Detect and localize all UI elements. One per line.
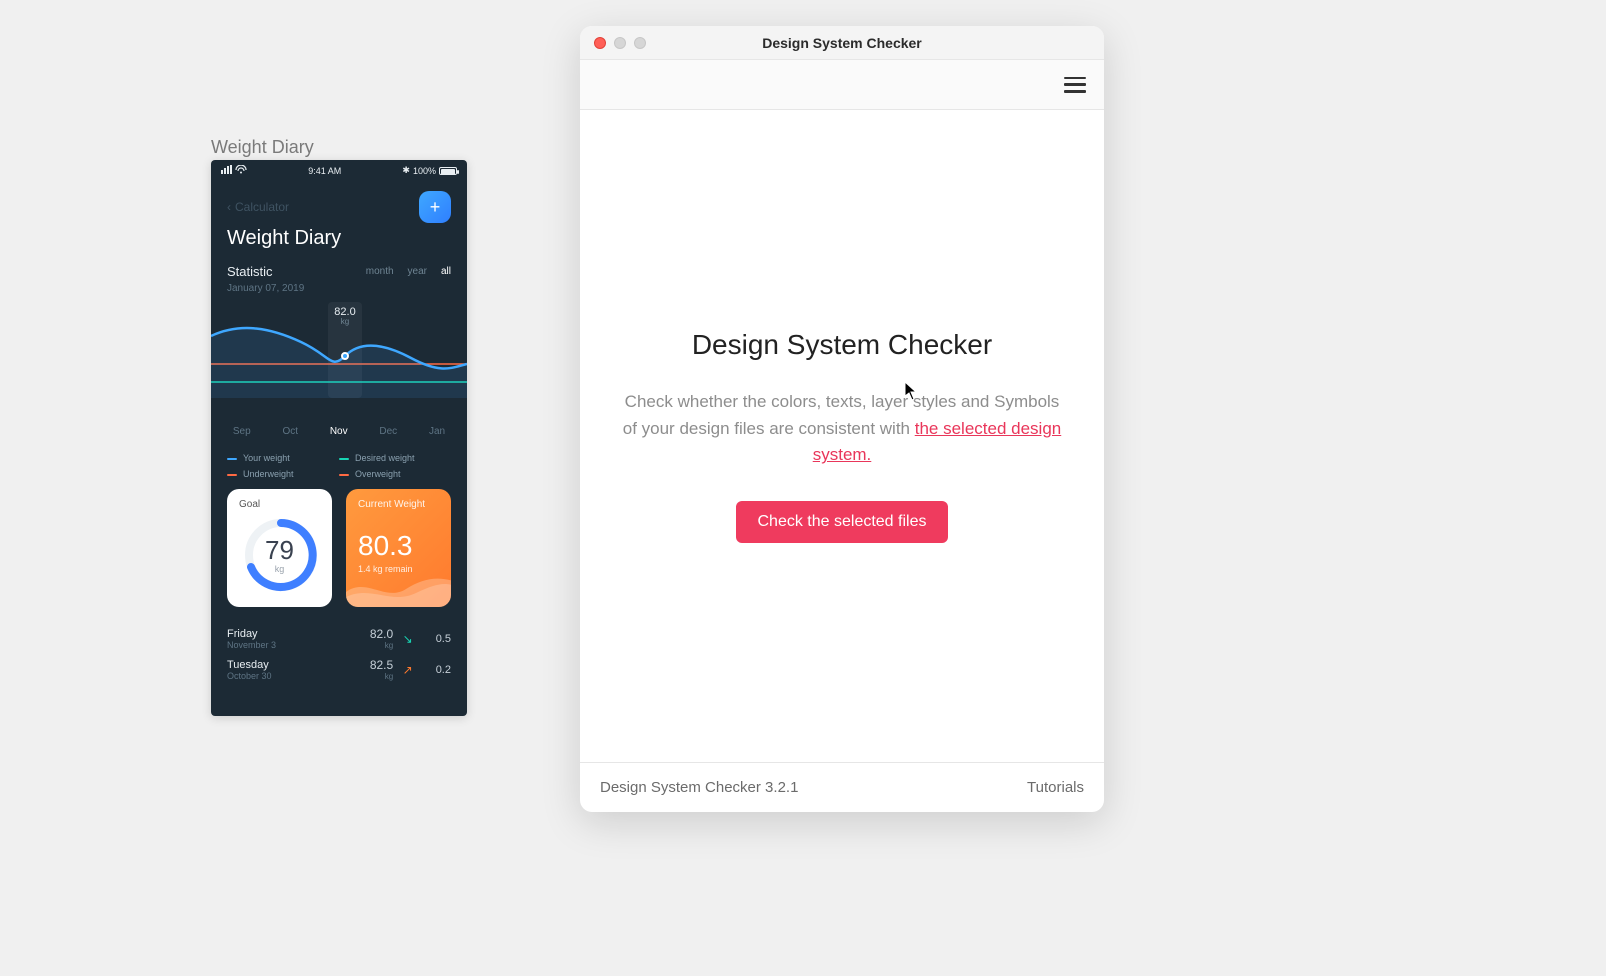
statistic-date: January 07, 2019 xyxy=(211,279,467,302)
row-unit: kg xyxy=(328,641,393,650)
hamburger-icon xyxy=(1064,77,1086,80)
tutorials-link[interactable]: Tutorials xyxy=(1027,779,1084,796)
battery-pct: 100% xyxy=(413,166,436,176)
plus-icon: + xyxy=(430,197,441,218)
goal-value-unit: kg xyxy=(227,564,332,574)
current-label: Current Weight xyxy=(358,499,439,510)
goal-label: Goal xyxy=(239,499,320,510)
current-weight-card[interactable]: Current Weight 80.3 1.4 kg remain xyxy=(346,489,451,607)
month-nov[interactable]: Nov xyxy=(330,426,348,437)
chart-legend: Your weight Desired weight Underweight O… xyxy=(211,447,467,489)
back-label: Calculator xyxy=(235,200,289,214)
tab-month[interactable]: month xyxy=(366,266,394,277)
statusbar-time: 9:41 AM xyxy=(308,166,341,176)
check-files-button[interactable]: Check the selected files xyxy=(736,501,949,543)
month-dec[interactable]: Dec xyxy=(379,426,397,437)
main-content: Design System Checker Check whether the … xyxy=(580,110,1104,762)
goal-value-num: 79 xyxy=(265,535,294,565)
goal-card[interactable]: Goal 79 kg xyxy=(227,489,332,607)
chart-point xyxy=(341,352,349,360)
bluetooth-icon: ✱ xyxy=(402,165,410,176)
current-value: 80.3 xyxy=(358,530,439,562)
chart-svg xyxy=(211,302,467,398)
history-row[interactable]: Friday November 3 82.0 kg ↘ 0.5 xyxy=(227,623,451,654)
arrow-down-icon: ↘ xyxy=(393,632,422,646)
menu-button[interactable] xyxy=(1064,77,1086,93)
month-axis: Sep Oct Nov Dec Jan xyxy=(211,398,467,447)
tab-year[interactable]: year xyxy=(408,266,427,277)
goal-value: 79 kg xyxy=(227,535,332,574)
toolbar xyxy=(580,60,1104,110)
main-heading: Design System Checker xyxy=(692,329,992,361)
statistic-label: Statistic xyxy=(227,264,273,279)
row-date: November 3 xyxy=(227,640,328,650)
version-label: Design System Checker 3.2.1 xyxy=(600,779,798,796)
month-jan[interactable]: Jan xyxy=(429,426,445,437)
artboard-label: Weight Diary xyxy=(211,137,314,158)
row-unit: kg xyxy=(328,672,393,681)
title-bar: Design System Checker xyxy=(580,26,1104,60)
tab-all[interactable]: all xyxy=(441,266,451,277)
back-button[interactable]: ‹ Calculator xyxy=(227,200,289,214)
arrow-up-icon: ↗ xyxy=(393,663,422,677)
battery-icon xyxy=(439,167,457,175)
row-day: Tuesday xyxy=(227,659,328,671)
range-tabs: month year all xyxy=(366,266,451,277)
window-title: Design System Checker xyxy=(580,35,1104,51)
legend-your-weight: Your weight xyxy=(227,453,339,463)
add-button[interactable]: + xyxy=(419,191,451,223)
page-title: Weight Diary xyxy=(211,223,467,264)
row-delta: 0.5 xyxy=(422,633,451,645)
row-value: 82.5 xyxy=(328,658,393,672)
signal-wifi-icons xyxy=(221,165,247,176)
weight-chart[interactable]: 82.0 kg xyxy=(211,302,467,398)
row-delta: 0.2 xyxy=(422,664,451,676)
legend-overweight: Overweight xyxy=(339,469,451,479)
footer: Design System Checker 3.2.1 Tutorials xyxy=(580,762,1104,812)
row-value: 82.0 xyxy=(328,627,393,641)
month-oct[interactable]: Oct xyxy=(282,426,298,437)
app-window: Design System Checker Design System Chec… xyxy=(580,26,1104,812)
history-row[interactable]: Tuesday October 30 82.5 kg ↗ 0.2 xyxy=(227,654,451,685)
phone-mockup: 9:41 AM ✱ 100% ‹ Calculator + Weight Dia… xyxy=(211,160,467,716)
row-date: October 30 xyxy=(227,671,328,681)
month-sep[interactable]: Sep xyxy=(233,426,251,437)
cursor-icon xyxy=(904,381,918,401)
legend-underweight: Underweight xyxy=(227,469,339,479)
main-description: Check whether the colors, texts, layer s… xyxy=(622,389,1062,468)
row-day: Friday xyxy=(227,628,328,640)
chevron-left-icon: ‹ xyxy=(227,200,231,214)
status-bar: 9:41 AM ✱ 100% xyxy=(211,160,467,181)
history-list: Friday November 3 82.0 kg ↘ 0.5 Tuesday … xyxy=(211,619,467,689)
card-wave-icon xyxy=(346,567,451,607)
legend-desired-weight: Desired weight xyxy=(339,453,451,463)
